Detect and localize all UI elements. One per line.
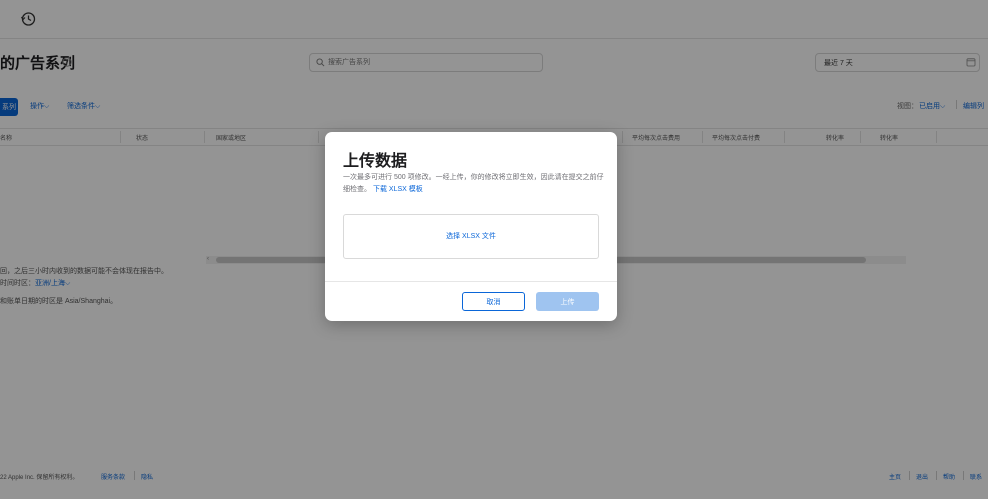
cancel-button[interactable]: 取消 [462, 292, 525, 311]
file-dropzone[interactable]: 选择 XLSX 文件 [343, 214, 599, 259]
dialog-description: 一次最多可进行 500 项修改。一经上传，你的修改将立即生效，因此请在提交之前仔… [343, 172, 605, 196]
upload-data-dialog: 上传数据 一次最多可进行 500 项修改。一经上传，你的修改将立即生效，因此请在… [325, 132, 617, 321]
dialog-title: 上传数据 [343, 153, 408, 170]
download-template-link[interactable]: 下载 XLSX 模板 [373, 186, 423, 193]
dialog-divider [325, 281, 617, 282]
choose-file-button[interactable]: 选择 XLSX 文件 [344, 231, 598, 241]
upload-button[interactable]: 上传 [536, 292, 599, 311]
